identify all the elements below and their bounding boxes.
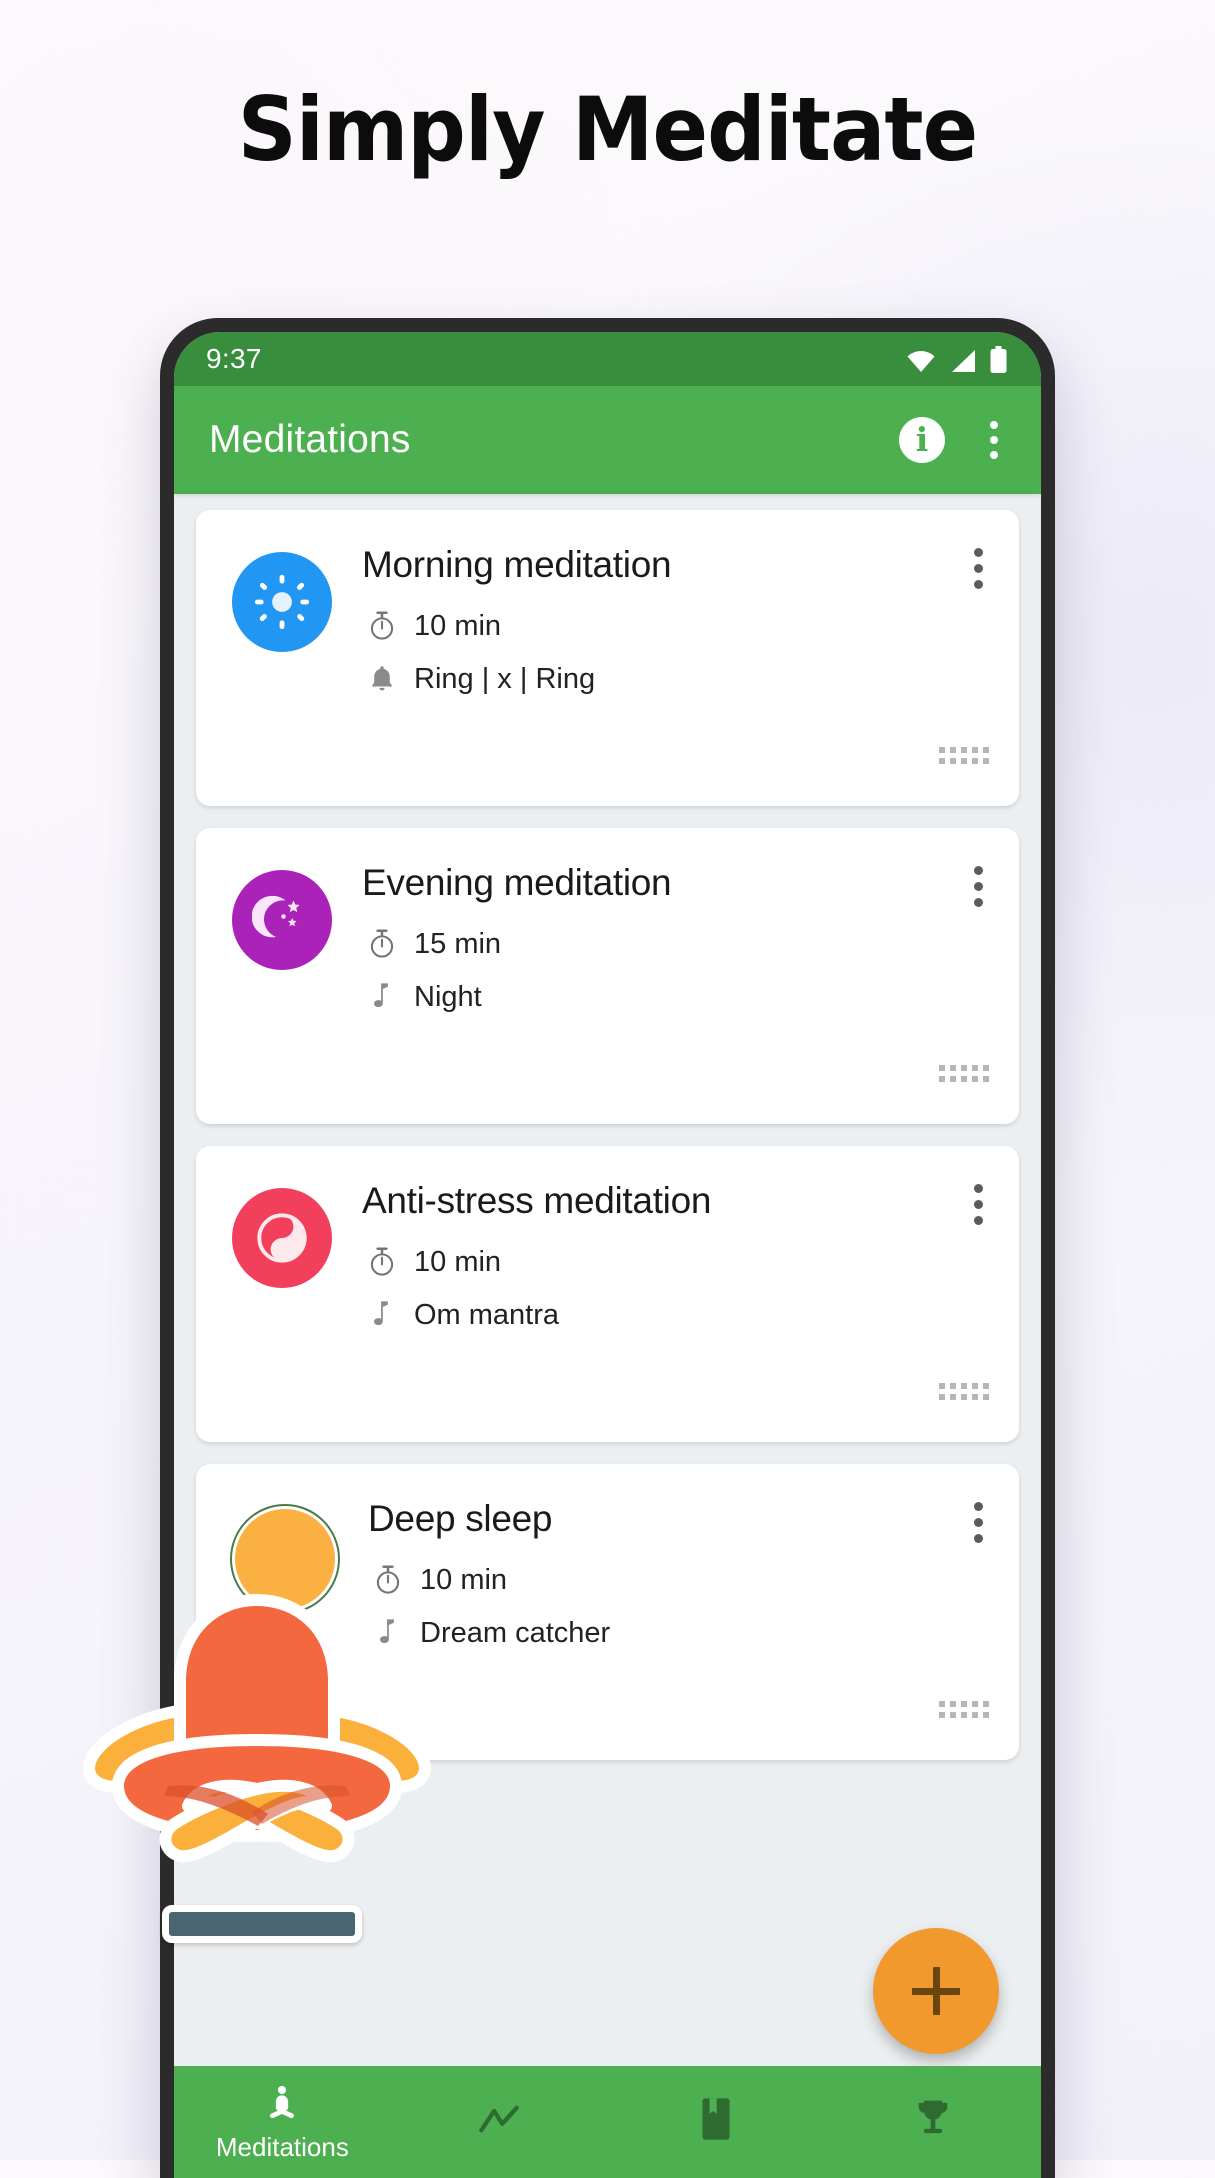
sound-text: Ring | x | Ring — [414, 662, 596, 695]
avatar — [232, 552, 332, 652]
sound-row: Om mantra — [362, 1299, 989, 1332]
phone-frame: 9:37 Meditations i Morning meditation 10… — [160, 318, 1055, 2178]
app-bar: Meditations i — [174, 386, 1041, 494]
duration-row: 10 min — [362, 1246, 989, 1279]
nav-item-achievements[interactable] — [824, 2066, 1041, 2178]
battery-icon — [990, 345, 1007, 373]
app-bar-actions: i — [899, 415, 1011, 465]
book-icon — [699, 2097, 733, 2141]
meditating-person-icon — [262, 2082, 302, 2126]
nav-label-meditations: Meditations — [215, 2131, 349, 2162]
bottom-navigation: Meditations — [174, 2066, 1041, 2178]
dot — [974, 548, 983, 557]
bell-icon — [362, 664, 402, 694]
music-note-icon — [362, 1300, 402, 1330]
meditation-card[interactable]: Evening meditation 15 min Night — [196, 828, 1019, 1124]
card-overflow-menu-icon[interactable] — [966, 1494, 991, 1551]
card-body: Evening meditation 15 min Night — [362, 862, 989, 1124]
duration-text: 15 min — [414, 927, 502, 960]
nav-item-statistics[interactable] — [391, 2066, 608, 2178]
nav-item-meditations[interactable]: Meditations — [174, 2066, 391, 2178]
dot — [974, 1534, 983, 1543]
overflow-menu-icon[interactable] — [977, 415, 1011, 465]
sound-row: Dream catcher — [368, 1617, 989, 1650]
dot — [990, 436, 998, 444]
sound-text: Night — [414, 980, 482, 1013]
meditation-title: Morning meditation — [362, 544, 672, 585]
duration-row: 15 min — [362, 928, 989, 961]
card-body: Deep sleep 10 min Dream catcher — [368, 1498, 989, 1760]
drag-handle-icon[interactable] — [939, 747, 989, 764]
avatar — [232, 1188, 332, 1288]
sound-row: Night — [362, 981, 989, 1014]
duration-text: 10 min — [414, 609, 502, 642]
dot — [974, 1518, 983, 1527]
sun-icon — [254, 574, 310, 630]
meditation-mat — [162, 1905, 362, 1943]
meditation-title: Evening meditation — [362, 862, 672, 903]
trend-chart-icon — [478, 2097, 520, 2141]
card-overflow-menu-icon[interactable] — [966, 540, 991, 597]
sound-text: Dream catcher — [420, 1616, 611, 1649]
duration-row: 10 min — [368, 1564, 989, 1597]
card-overflow-menu-icon[interactable] — [966, 858, 991, 915]
avatar — [232, 870, 332, 970]
drag-handle-icon[interactable] — [939, 1701, 989, 1718]
card-body: Anti-stress meditation 10 min Om mantra — [362, 1180, 989, 1442]
dot — [974, 1200, 983, 1209]
stopwatch-icon — [362, 928, 402, 960]
trophy-icon — [913, 2097, 953, 2141]
moon-stars-icon — [252, 895, 300, 938]
sound-text: Om mantra — [414, 1298, 560, 1331]
status-time: 9:37 — [206, 343, 262, 374]
meditation-title: Deep sleep — [368, 1498, 553, 1539]
card-body: Morning meditation 10 min Ring | x | Rin… — [362, 544, 989, 806]
status-icons — [906, 345, 1007, 373]
drag-handle-icon[interactable] — [939, 1383, 989, 1400]
sound-row: Ring | x | Ring — [362, 663, 989, 696]
dot — [990, 421, 998, 429]
meditation-card[interactable]: Anti-stress meditation 10 min Om mantra — [196, 1146, 1019, 1442]
dot — [974, 1216, 983, 1225]
duration-text: 10 min — [420, 1563, 508, 1596]
dot — [974, 580, 983, 589]
music-note-icon — [368, 1618, 408, 1648]
add-meditation-button[interactable] — [873, 1928, 999, 2054]
dot — [974, 882, 983, 891]
drag-handle-icon[interactable] — [939, 1065, 989, 1082]
plus-icon — [912, 1967, 960, 2015]
dot — [974, 564, 983, 573]
duration-text: 10 min — [414, 1245, 502, 1278]
stopwatch-icon — [362, 1246, 402, 1278]
duration-row: 10 min — [362, 610, 989, 643]
stopwatch-icon — [368, 1564, 408, 1596]
avatar — [232, 1506, 338, 1612]
info-icon-glyph: i — [915, 419, 929, 459]
info-icon[interactable]: i — [899, 417, 945, 463]
meditation-card[interactable]: Deep sleep 10 min Dream catcher — [196, 1464, 1019, 1760]
dot — [974, 1184, 983, 1193]
page-title: Simply Meditate — [237, 78, 978, 181]
dot — [990, 451, 998, 459]
stopwatch-icon — [362, 610, 402, 642]
meditation-title: Anti-stress meditation — [362, 1180, 712, 1221]
yin-yang-icon — [257, 1213, 307, 1263]
dot — [974, 1502, 983, 1511]
dot — [974, 866, 983, 875]
app-bar-title: Meditations — [209, 418, 411, 461]
phone-screen: 9:37 Meditations i Morning meditation 10… — [174, 332, 1041, 2178]
cell-signal-icon — [952, 349, 975, 372]
music-note-icon — [362, 982, 402, 1012]
dot — [974, 898, 983, 907]
wifi-icon — [907, 350, 935, 372]
status-bar: 9:37 — [174, 332, 1041, 386]
nav-item-library[interactable] — [608, 2066, 825, 2178]
meditation-card[interactable]: Morning meditation 10 min Ring | x | Rin… — [196, 510, 1019, 806]
card-overflow-menu-icon[interactable] — [966, 1176, 991, 1233]
